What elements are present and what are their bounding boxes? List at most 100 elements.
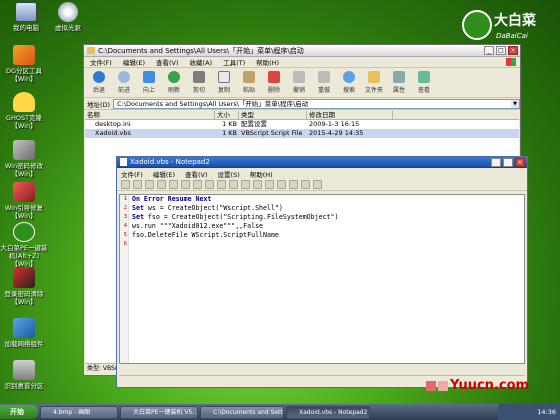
redo-button[interactable]: 重做	[313, 71, 335, 94]
minimize-button[interactable]: _	[484, 46, 494, 55]
redo-icon[interactable]	[181, 180, 190, 189]
menu-help[interactable]: 帮助(H)	[250, 169, 273, 179]
menu-help[interactable]: 帮助(H)	[256, 57, 279, 67]
undo-button[interactable]: 撤销	[288, 71, 310, 94]
find-icon[interactable]	[229, 180, 238, 189]
line-number-gutter: 1 2 3 4 5 6	[120, 195, 129, 363]
clipboard-icon	[243, 71, 255, 83]
column-size[interactable]: 大小	[215, 111, 239, 119]
desktop-icon-password-change[interactable]: Win密码修改 【Win】	[0, 140, 48, 178]
line-number: 3	[123, 214, 127, 220]
desktop-icon-label: Win密码修改 【Win】	[4, 162, 44, 178]
views-button[interactable]: 查看	[413, 71, 435, 94]
maximize-button[interactable]: □	[503, 157, 513, 167]
explorer-titlebar[interactable]: C:\Documents and Settings\All Users\「开始」…	[84, 45, 520, 57]
menu-file[interactable]: 文件(F)	[90, 57, 112, 67]
taskbar-item-notepad[interactable]: Xadoid.vbs - Notepad2	[286, 405, 370, 419]
desktop-icon-onekey-install[interactable]: 大白菜PE一键装机(Alt+Z)【Win】	[0, 222, 48, 268]
wordwrap-icon[interactable]	[253, 180, 262, 189]
scheme-icon[interactable]	[289, 180, 298, 189]
properties-icon	[393, 71, 405, 83]
views-icon	[418, 71, 430, 83]
save-icon[interactable]	[157, 180, 166, 189]
forward-button[interactable]: 前进	[113, 71, 135, 94]
password-clear-icon	[13, 268, 35, 288]
taskbar-item-paint[interactable]: 4.bmp - 画图	[40, 405, 118, 419]
address-input[interactable]: C:\Documents and Settings\All Users\「开始」…	[113, 98, 520, 109]
desktop-icon-virtual-cdrom[interactable]: 虚拟光驱	[44, 2, 92, 32]
start-button[interactable]: 开始	[0, 405, 38, 419]
menu-edit[interactable]: 编辑(E)	[123, 57, 145, 67]
desktop-icon-my-computer[interactable]: 我的电脑	[2, 2, 50, 32]
taskbar-item-explorer[interactable]: C:\Documents and Settin...	[200, 405, 284, 419]
desktop-icon-label: 加载网络组件	[4, 340, 44, 348]
copy-icon	[218, 71, 230, 83]
column-modified[interactable]: 修改日期	[307, 111, 393, 119]
code-line: ws.run """Xadoid012.exe""",,False	[132, 222, 264, 230]
column-name[interactable]: 名称	[85, 111, 215, 119]
notepad-titlebar[interactable]: Xadoid.vbs - Notepad2 _ □ ×	[117, 157, 527, 168]
logo-english: DaBaiCai	[496, 32, 528, 40]
refresh-button[interactable]: 刷新	[163, 71, 185, 94]
menu-edit[interactable]: 编辑(E)	[153, 169, 175, 179]
minimize-button[interactable]: _	[491, 157, 501, 167]
onekey-install-icon	[13, 222, 35, 242]
delete-icon	[268, 71, 280, 83]
close-button[interactable]: ×	[515, 157, 525, 167]
cut-button[interactable]: 剪切	[188, 71, 210, 94]
desktop-icon-boot-repair[interactable]: Win引导修复 【Win】	[0, 182, 48, 220]
menu-view[interactable]: 查看(V)	[156, 57, 179, 67]
copy-button[interactable]: 复制	[213, 71, 235, 94]
undo-icon[interactable]	[169, 180, 178, 189]
menu-file[interactable]: 文件(F)	[121, 169, 143, 179]
menu-favorites[interactable]: 收藏(A)	[190, 57, 213, 67]
desktop-icon-network[interactable]: 加载网络组件	[0, 318, 48, 348]
folders-button[interactable]: 文件夹	[363, 71, 385, 94]
close-button[interactable]: ×	[508, 46, 518, 55]
desktop-icon-dg-partition[interactable]: DG分区工具 【Win】	[0, 45, 48, 83]
open-icon[interactable]	[133, 180, 142, 189]
code-text: On Error Resume Next Set ws = CreateObje…	[132, 195, 338, 249]
code-editor[interactable]: 1 2 3 4 5 6 On Error Resume Next Set ws …	[119, 194, 525, 364]
file-row[interactable]: Xadoid.vbs 1 KB VBScript Script File 201…	[85, 129, 519, 138]
browse-icon[interactable]	[145, 180, 154, 189]
back-arrow-icon	[93, 71, 105, 83]
chevron-down-icon[interactable]: ▼	[511, 99, 519, 108]
desktop-icon-ghost[interactable]: GHOST克隆 【Win】	[0, 92, 48, 130]
file-name: desktop.ini	[95, 120, 131, 128]
menu-tools[interactable]: 工具(T)	[223, 57, 245, 67]
back-button[interactable]: 后退	[88, 71, 110, 94]
notepad-window[interactable]: Xadoid.vbs - Notepad2 _ □ × 文件(F) 编辑(E) …	[116, 156, 528, 388]
clock[interactable]: 14:36	[537, 408, 556, 416]
dabaicai-logo: 大白菜 DaBaiCai	[462, 8, 554, 48]
desktop-icon-password-clear[interactable]: 登录密码清除 【Win】	[0, 268, 48, 306]
copy-icon[interactable]	[205, 180, 214, 189]
desktop-icon-hp-partition[interactable]: 识别惠普分区	[0, 360, 48, 390]
menu-settings[interactable]: 设置(S)	[218, 169, 240, 179]
menu-view[interactable]: 查看(V)	[185, 169, 208, 179]
replace-icon[interactable]	[241, 180, 250, 189]
undo-icon	[293, 71, 305, 83]
zoom-in-icon[interactable]	[265, 180, 274, 189]
delete-button[interactable]: 删除	[263, 71, 285, 94]
properties-button[interactable]: 属性	[388, 71, 410, 94]
paste-icon[interactable]	[217, 180, 226, 189]
new-icon[interactable]	[121, 180, 130, 189]
cut-icon[interactable]	[193, 180, 202, 189]
file-row[interactable]: desktop.ini 1 KB 配置设置 2009-1-3 16:15	[85, 120, 519, 129]
file-name: Xadoid.vbs	[95, 129, 131, 137]
column-type[interactable]: 类型	[239, 111, 307, 119]
zoom-out-icon[interactable]	[277, 180, 286, 189]
taskbar-item-installer[interactable]: 大白菜PE一键装机 V5....	[120, 405, 198, 419]
password-icon	[13, 140, 35, 160]
search-button[interactable]: 搜索	[338, 71, 360, 94]
address-label: 地址(D)	[87, 100, 111, 109]
up-button[interactable]: 向上	[138, 71, 160, 94]
maximize-button[interactable]: □	[496, 46, 506, 55]
customize-icon[interactable]	[301, 180, 310, 189]
exit-icon[interactable]	[313, 180, 322, 189]
paste-button[interactable]: 粘贴	[238, 71, 260, 94]
file-modified: 2015-4-29 14:35	[309, 129, 364, 137]
folder-tree-icon	[368, 71, 380, 83]
